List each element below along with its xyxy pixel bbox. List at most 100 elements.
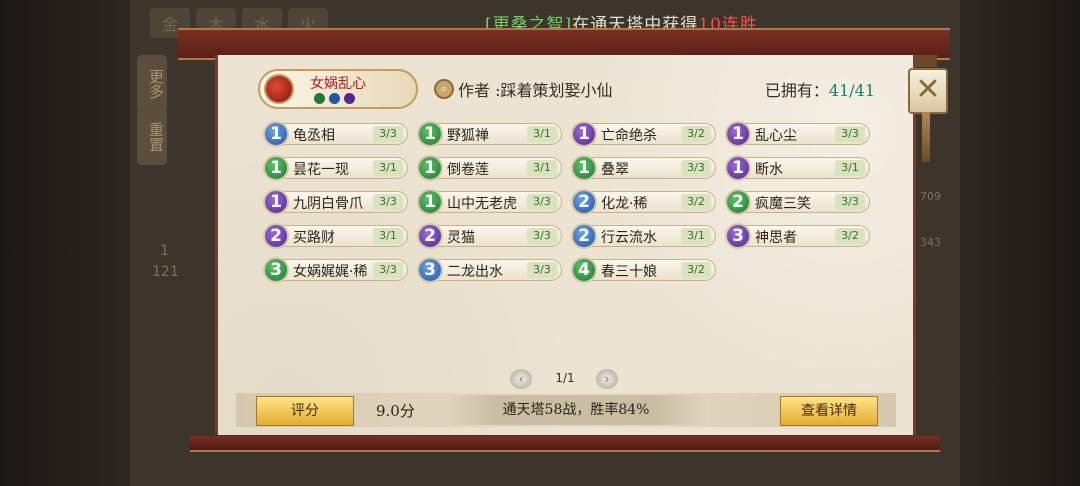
card-cost-badge: 2 — [571, 223, 597, 249]
card-count: 3/3 — [373, 126, 403, 142]
owned-count: 已拥有：41/41 — [765, 77, 875, 101]
card-count: 3/2 — [681, 194, 711, 210]
deck-header: 女娲乱心 ⌕ 作者 :踩着策划娶小仙 已拥有：41/41 — [258, 69, 883, 109]
card-name: 二龙出水 — [447, 264, 503, 280]
card-name: 叠翠 — [601, 162, 629, 178]
card-name: 乱心尘 — [755, 128, 797, 144]
card-count: 3/3 — [681, 160, 711, 176]
next-page-icon[interactable]: › — [596, 369, 618, 389]
background-left — [0, 0, 140, 486]
card-cost-badge: 2 — [263, 223, 289, 249]
card-cost-badge: 1 — [725, 121, 751, 147]
card-cost-badge: 3 — [263, 257, 289, 283]
card-item[interactable]: 2 化龙·稀 3/2 — [571, 189, 716, 215]
bg-page-total: 121 — [152, 264, 179, 280]
card-name: 九阴白骨爪 — [293, 196, 363, 212]
card-name: 疯魔三笑 — [755, 196, 811, 212]
view-details-button[interactable]: 查看详情 — [780, 396, 878, 426]
deck-badge: 女娲乱心 — [258, 69, 418, 109]
card-item[interactable]: 2 疯魔三笑 3/3 — [725, 189, 870, 215]
card-count: 3/1 — [373, 228, 403, 244]
card-count: 3/3 — [835, 126, 865, 142]
card-name: 女娲娓娓·稀 — [293, 264, 368, 280]
card-name: 春三十娘 — [601, 264, 657, 280]
deck-name: 女娲乱心 — [310, 76, 366, 92]
element-blue-icon — [329, 93, 340, 104]
card-name: 神思者 — [755, 230, 797, 246]
card-count: 3/1 — [527, 126, 557, 142]
card-cost-badge: 1 — [263, 121, 289, 147]
element-green-icon — [314, 93, 325, 104]
deck-author: 作者 :踩着策划娶小仙 — [458, 77, 613, 101]
card-item[interactable]: 1 龟丞相 3/3 — [263, 121, 408, 147]
card-item[interactable]: 2 灵猫 3/3 — [417, 223, 562, 249]
card-count: 3/2 — [681, 126, 711, 142]
card-cost-badge: 1 — [263, 189, 289, 215]
rate-button[interactable]: 评分 — [256, 396, 354, 426]
card-cost-badge: 4 — [571, 257, 597, 283]
card-item[interactable]: 3 二龙出水 3/3 — [417, 257, 562, 283]
deck-modal: 女娲乱心 ⌕ 作者 :踩着策划娶小仙 已拥有：41/41 1 龟丞相 3/3 1 野狐禅… — [215, 55, 916, 435]
deck-element-dots — [314, 93, 355, 104]
page-indicator: 1/1 — [555, 371, 575, 385]
card-count: 3/3 — [527, 228, 557, 244]
modal-bottom-scroll — [190, 436, 940, 452]
magnifier-icon: ⌕ — [434, 79, 454, 99]
card-item[interactable]: 1 断水 3/1 — [725, 155, 870, 181]
deck-stats: 通天塔58战，胜率84% — [446, 395, 706, 425]
card-count: 3/2 — [681, 262, 711, 278]
deck-score: 9.0分 — [376, 402, 415, 420]
card-cost-badge: 3 — [725, 223, 751, 249]
card-cost-badge: 1 — [571, 155, 597, 181]
prev-page-icon[interactable]: ‹ — [510, 369, 532, 389]
background-right — [960, 0, 1080, 486]
author-label: 作者 — [458, 81, 491, 100]
card-item[interactable]: 1 叠翠 3/3 — [571, 155, 716, 181]
card-cost-badge: 2 — [725, 189, 751, 215]
card-item[interactable]: 3 女娲娓娓·稀 3/3 — [263, 257, 408, 283]
card-name: 买路财 — [293, 230, 335, 246]
card-count: 3/3 — [835, 194, 865, 210]
bg-more-button[interactable]: 更多 — [137, 55, 167, 112]
card-item[interactable]: 1 山中无老虎 3/3 — [417, 189, 562, 215]
card-name: 亡命绝杀 — [601, 128, 657, 144]
card-count: 3/1 — [681, 228, 711, 244]
card-name: 断水 — [755, 162, 783, 178]
card-item[interactable]: 1 亡命绝杀 3/2 — [571, 121, 716, 147]
close-icon[interactable]: ✕ — [908, 68, 948, 114]
deck-footer: 评分 9.0分 通天塔58战，胜率84% 查看详情 — [236, 393, 896, 427]
author-name: 踩着策划娶小仙 — [500, 81, 613, 100]
card-name: 倒卷莲 — [447, 162, 489, 178]
card-name: 化龙·稀 — [601, 196, 648, 212]
card-item[interactable]: 4 春三十娘 3/2 — [571, 257, 716, 283]
card-name: 龟丞相 — [293, 128, 335, 144]
card-cost-badge: 2 — [417, 223, 443, 249]
card-name: 昙花一现 — [293, 162, 349, 178]
card-item[interactable]: 1 九阴白骨爪 3/3 — [263, 189, 408, 215]
card-name: 行云流水 — [601, 230, 657, 246]
card-cost-badge: 1 — [263, 155, 289, 181]
card-item[interactable]: 3 神思者 3/2 — [725, 223, 870, 249]
owned-label: 已拥有： — [764, 81, 829, 100]
card-cost-badge: 1 — [725, 155, 751, 181]
card-cost-badge: 3 — [417, 257, 443, 283]
card-name: 野狐禅 — [447, 128, 489, 144]
bg-reset-button[interactable]: 重置 — [137, 108, 167, 165]
lantern-tassel — [922, 112, 930, 162]
card-name: 灵猫 — [447, 230, 475, 246]
card-item[interactable]: 1 乱心尘 3/3 — [725, 121, 870, 147]
card-item[interactable]: 2 行云流水 3/1 — [571, 223, 716, 249]
bg-page-index: 1 — [160, 243, 169, 259]
card-count: 3/3 — [373, 194, 403, 210]
card-count: 3/3 — [527, 194, 557, 210]
card-item[interactable]: 2 买路财 3/1 — [263, 223, 408, 249]
card-item[interactable]: 1 倒卷莲 3/1 — [417, 155, 562, 181]
card-cost-badge: 1 — [417, 121, 443, 147]
card-count: 3/2 — [835, 228, 865, 244]
owned-value: 41/41 — [828, 81, 875, 100]
deck-avatar-icon — [264, 74, 294, 104]
card-item[interactable]: 1 野狐禅 3/1 — [417, 121, 562, 147]
card-count: 3/1 — [527, 160, 557, 176]
card-name: 山中无老虎 — [447, 196, 517, 212]
card-item[interactable]: 1 昙花一现 3/1 — [263, 155, 408, 181]
